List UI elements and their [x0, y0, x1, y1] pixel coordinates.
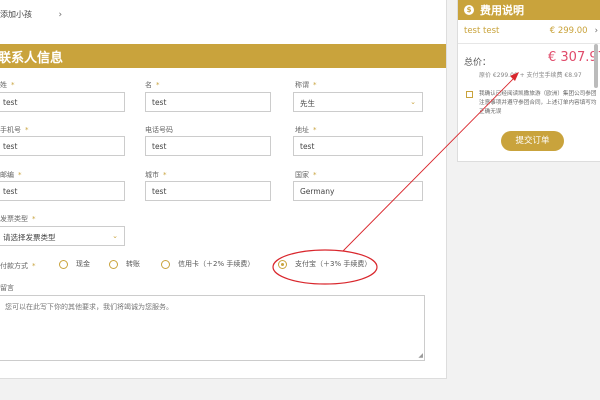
message-label: 留言 [0, 284, 14, 292]
country-label: 国家 * [295, 171, 317, 179]
first-name-label: 名 * [145, 81, 160, 89]
payment-option-cash[interactable]: 现金 [59, 259, 90, 269]
payment-option-label: 信用卡（＋2% 手续费） [178, 260, 255, 268]
last-name-input[interactable]: test [0, 92, 125, 112]
payment-option-transfer[interactable]: 转账 [109, 259, 140, 269]
first-name-input[interactable]: test [145, 92, 271, 112]
address-input[interactable]: test [293, 136, 423, 156]
section-title: 联系人信息 [0, 51, 64, 66]
fee-summary-panel: $ 费用说明 test test € 299.00› 总价： € 307.97 … [457, 0, 600, 162]
section-header: 联系人信息 [0, 44, 446, 68]
phone-input[interactable]: test [145, 136, 271, 156]
resize-handle-icon[interactable]: ◢ [418, 352, 423, 359]
mobile-label: 手机号 * [0, 126, 29, 134]
invoice-type-select[interactable]: 请选择发票类型 ⌄ [0, 226, 125, 246]
contact-form-panel: 添加小孩 › 联系人信息 姓 * test 名 * test 称谓 * 先生 ⌄ 手机… [0, 0, 447, 379]
scrollbar[interactable] [594, 44, 598, 88]
chevron-right-icon: › [594, 26, 598, 36]
country-input[interactable]: Germany [293, 181, 423, 201]
payment-option-credit-card[interactable]: 信用卡（＋2% 手续费） [161, 259, 254, 269]
radio-icon [109, 259, 118, 269]
title-select-value: 先生 [300, 99, 315, 108]
radio-icon [161, 259, 170, 269]
radio-icon [59, 259, 68, 269]
address-label: 地址 * [295, 126, 317, 134]
invoice-type-value: 请选择发票类型 [3, 233, 56, 242]
title-select[interactable]: 先生 ⌄ [293, 92, 423, 112]
add-child-label: 添加小孩 [0, 10, 32, 19]
total-price: € 307.97 [548, 50, 600, 65]
terms-checkbox[interactable] [466, 91, 473, 98]
city-label: 城市 * [145, 171, 167, 179]
radio-selected-icon [278, 259, 287, 269]
summary-title: 费用说明 [480, 4, 524, 17]
message-textarea[interactable]: 您可以在此写下你的其他要求，我们将竭诚为您服务。 ◢ [0, 295, 425, 361]
payment-option-label: 现金 [76, 260, 90, 268]
message-placeholder: 您可以在此写下你的其他要求，我们将竭诚为您服务。 [5, 303, 173, 311]
total-label: 总价： [464, 58, 492, 68]
dollar-icon: $ [464, 5, 474, 15]
chevron-down-icon: ⌄ [112, 232, 118, 240]
phone-label: 电话号码 [145, 126, 173, 134]
divider [458, 43, 600, 44]
summary-item-price: € 299.00 [549, 26, 588, 36]
last-name-label: 姓 * [0, 81, 15, 89]
invoice-type-label: 发票类型 * [0, 215, 36, 223]
mobile-input[interactable]: test [0, 136, 125, 156]
postcode-label: 邮编 * [0, 171, 22, 179]
summary-header: $ 费用说明 [458, 0, 600, 20]
add-child-link[interactable]: 添加小孩 › [0, 9, 62, 20]
terms-text: 我确认已经阅读凯撒旅游（欧洲）集团公司参团注意事项并遵守参团合同，上述订单内容填… [479, 91, 597, 115]
title-label: 称谓 * [295, 81, 317, 89]
price-breakdown-note: 原价 €299.00 + 支付宝手续费 €8.97 [479, 72, 582, 79]
payment-method-label: 付款方式 * [0, 262, 36, 270]
chevron-down-icon: ⌄ [410, 98, 416, 106]
payment-option-alipay[interactable]: 支付宝（＋3% 手续费） [278, 259, 371, 269]
payment-option-label: 转账 [126, 260, 140, 268]
submit-order-button[interactable]: 提交订单 [501, 131, 564, 151]
summary-item-row[interactable]: test test € 299.00 › [464, 26, 598, 36]
payment-option-label: 支付宝（＋3% 手续费） [295, 260, 372, 268]
chevron-right-icon: › [58, 10, 63, 20]
summary-item-name: test test [464, 26, 500, 36]
postcode-input[interactable]: test [0, 181, 125, 201]
city-input[interactable]: test [145, 181, 271, 201]
